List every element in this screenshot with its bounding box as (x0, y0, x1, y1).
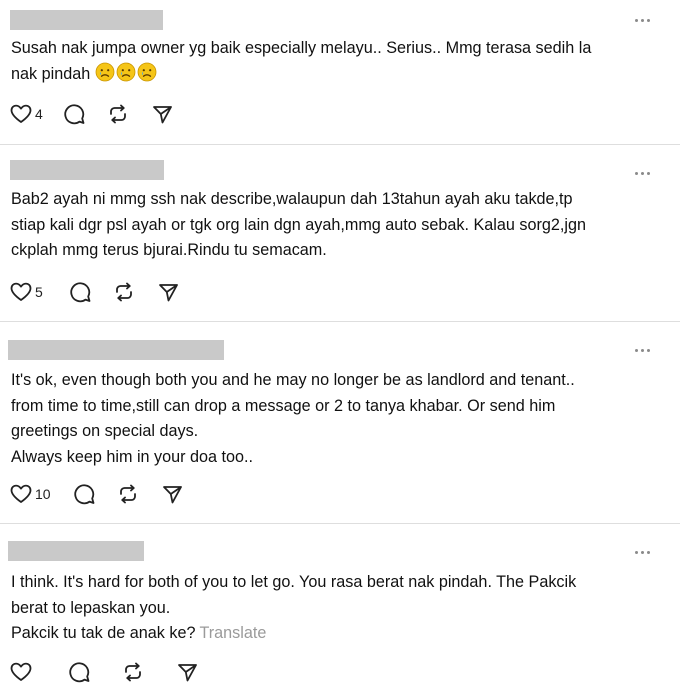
send-icon (176, 661, 198, 683)
comment-icon (68, 661, 90, 683)
more-options-icon[interactable] (635, 551, 650, 554)
repost-button[interactable] (113, 281, 135, 303)
repost-icon (113, 281, 135, 303)
post: It's ok, even though both you and he may… (0, 322, 680, 524)
post-text: Susah nak jumpa owner yg baik especially… (11, 39, 592, 83)
send-icon (161, 483, 183, 505)
comment-icon (63, 103, 85, 125)
post: I think. It's hard for both of you to le… (0, 524, 680, 687)
repost-button[interactable] (122, 661, 144, 683)
like-button[interactable]: 4 (10, 104, 43, 124)
redacted-username (8, 340, 224, 360)
repost-button[interactable] (107, 103, 129, 125)
more-options-icon[interactable] (635, 349, 650, 352)
action-bar: 5 (10, 280, 179, 304)
heart-icon (10, 282, 32, 302)
crying-face-emoji (116, 62, 137, 83)
like-count: 10 (35, 486, 51, 502)
comment-icon (69, 281, 91, 303)
post-text: I think. It's hard for both of you to le… (11, 573, 577, 642)
post: Susah nak jumpa owner yg baik especially… (0, 0, 680, 145)
send-icon (151, 103, 173, 125)
share-button[interactable] (157, 281, 179, 303)
post: Bab2 ayah ni mmg ssh nak describe,walaup… (0, 145, 680, 321)
post-text: Bab2 ayah ni mmg ssh nak describe,walaup… (11, 190, 586, 259)
repost-button[interactable] (117, 483, 139, 505)
emoji-group (90, 62, 158, 83)
action-bar (10, 660, 198, 684)
redacted-username (10, 160, 164, 180)
heart-icon (10, 484, 32, 504)
crying-face-emoji (95, 62, 116, 83)
share-button[interactable] (161, 483, 183, 505)
translate-link[interactable]: Translate (199, 624, 266, 642)
repost-icon (117, 483, 139, 505)
heart-icon (10, 104, 32, 124)
post-text: It's ok, even though both you and he may… (11, 371, 575, 466)
comment-icon (73, 483, 95, 505)
reply-button[interactable] (68, 661, 90, 683)
repost-icon (122, 661, 144, 683)
redacted-username (8, 541, 144, 561)
more-options-icon[interactable] (635, 172, 650, 175)
share-button[interactable] (176, 661, 198, 683)
reply-button[interactable] (73, 483, 95, 505)
like-button[interactable]: 5 (10, 282, 43, 302)
like-count: 5 (35, 284, 43, 300)
more-options-icon[interactable] (635, 19, 650, 22)
heart-icon (10, 662, 32, 682)
crying-face-emoji (137, 62, 158, 83)
send-icon (157, 281, 179, 303)
like-count: 4 (35, 106, 43, 122)
action-bar: 10 (10, 482, 183, 506)
like-button[interactable] (10, 662, 32, 682)
reply-button[interactable] (63, 103, 85, 125)
like-button[interactable]: 10 (10, 484, 51, 504)
reply-button[interactable] (69, 281, 91, 303)
repost-icon (107, 103, 129, 125)
action-bar: 4 (10, 102, 173, 126)
share-button[interactable] (151, 103, 173, 125)
redacted-username (10, 10, 163, 30)
